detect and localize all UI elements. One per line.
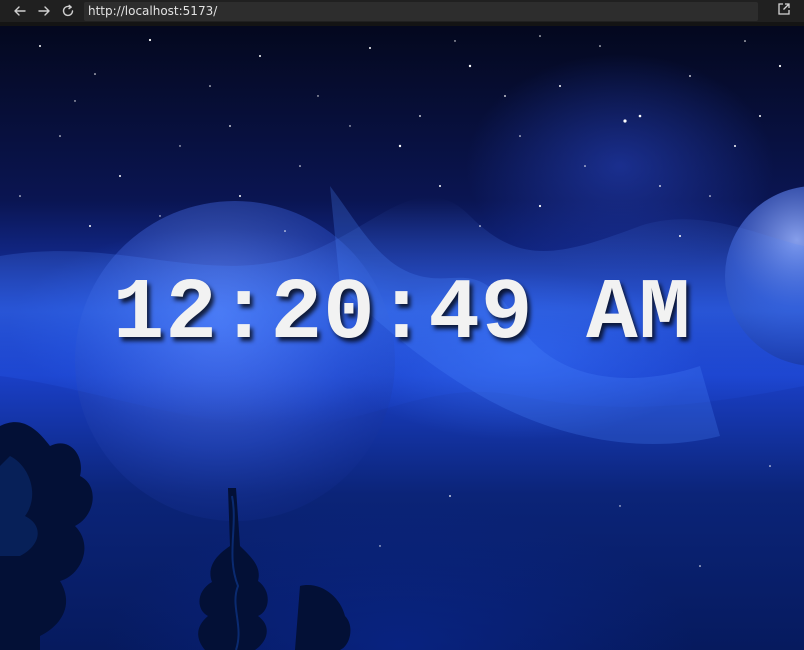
back-button[interactable] (8, 0, 32, 22)
toolbar-divider (0, 22, 804, 26)
forward-button[interactable] (32, 0, 56, 22)
arrow-left-icon (13, 4, 27, 18)
reload-button[interactable] (56, 0, 80, 22)
clock-display: 12:20:49 AM (112, 265, 692, 363)
reload-icon (61, 4, 75, 18)
open-external-button[interactable] (774, 0, 794, 22)
browser-toolbar: http://localhost:5173/ (0, 0, 804, 22)
open-external-icon (777, 2, 791, 21)
arrow-right-icon (37, 4, 51, 18)
url-text: http://localhost:5173/ (88, 4, 218, 18)
address-bar[interactable]: http://localhost:5173/ (84, 1, 758, 21)
